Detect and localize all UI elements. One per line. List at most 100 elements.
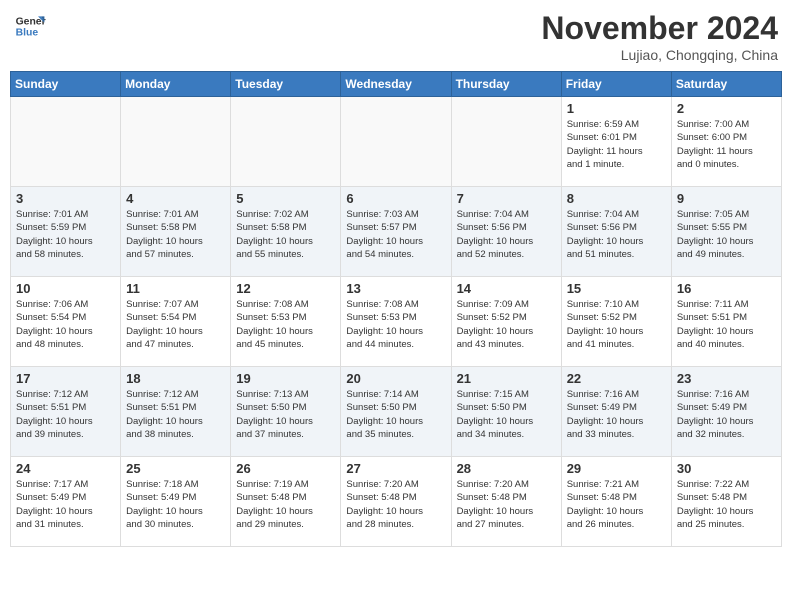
calendar-cell: 15 Sunrise: 7:10 AM Sunset: 5:52 PM Dayli… [561, 277, 671, 367]
calendar-week-5: 24Sunrise: 7:17 AM Sunset: 5:49 PM Dayli… [11, 457, 782, 547]
weekday-header-friday: Friday [561, 72, 671, 97]
day-info: Sunrise: 7:08 AM Sunset: 5:53 PM Dayligh… [346, 298, 445, 351]
day-info: Sunrise: 7:03 AM Sunset: 5:57 PM Dayligh… [346, 208, 445, 261]
day-info: Sunrise: 7:06 AM Sunset: 5:54 PM Dayligh… [16, 298, 115, 351]
calendar-cell: 17 Sunrise: 7:12 AM Sunset: 5:51 PM Dayli… [11, 367, 121, 457]
calendar-body: 1 Sunrise: 6:59 AM Sunset: 6:01 PM Daylig… [11, 97, 782, 547]
day-info: Sunrise: 7:10 AM Sunset: 5:52 PM Dayligh… [567, 298, 666, 351]
calendar-header: SundayMondayTuesdayWednesdayThursdayFrid… [11, 72, 782, 97]
weekday-header-sunday: Sunday [11, 72, 121, 97]
calendar-cell [231, 97, 341, 187]
title-block: November 2024 Lujiao, Chongqing, China [541, 10, 778, 63]
day-info: Sunrise: 7:22 AM Sunset: 5:48 PM Dayligh… [677, 478, 776, 531]
day-number: 2 [677, 101, 776, 116]
calendar-cell: 12Sunrise: 7:08 AM Sunset: 5:53 PM Dayli… [231, 277, 341, 367]
day-number: 1 [567, 101, 666, 116]
calendar-cell: 9 Sunrise: 7:05 AM Sunset: 5:55 PM Daylig… [671, 187, 781, 277]
day-info: Sunrise: 7:12 AM Sunset: 5:51 PM Dayligh… [126, 388, 225, 441]
day-number: 4 [126, 191, 225, 206]
day-number: 29 [567, 461, 666, 476]
day-info: Sunrise: 7:21 AM Sunset: 5:48 PM Dayligh… [567, 478, 666, 531]
calendar-cell: 16 Sunrise: 7:11 AM Sunset: 5:51 PM Dayli… [671, 277, 781, 367]
day-info: Sunrise: 7:14 AM Sunset: 5:50 PM Dayligh… [346, 388, 445, 441]
day-number: 15 [567, 281, 666, 296]
calendar-cell [451, 97, 561, 187]
weekday-header-wednesday: Wednesday [341, 72, 451, 97]
svg-text:Blue: Blue [16, 28, 39, 39]
day-info: Sunrise: 6:59 AM Sunset: 6:01 PM Dayligh… [567, 118, 666, 171]
day-number: 18 [126, 371, 225, 386]
day-number: 10 [16, 281, 115, 296]
day-number: 14 [457, 281, 556, 296]
weekday-header-row: SundayMondayTuesdayWednesdayThursdayFrid… [11, 72, 782, 97]
logo: General Blue [14, 10, 46, 42]
day-number: 13 [346, 281, 445, 296]
calendar-cell: 4Sunrise: 7:01 AM Sunset: 5:58 PM Daylig… [121, 187, 231, 277]
calendar-cell: 26Sunrise: 7:19 AM Sunset: 5:48 PM Dayli… [231, 457, 341, 547]
day-number: 30 [677, 461, 776, 476]
calendar-cell: 7 Sunrise: 7:04 AM Sunset: 5:56 PM Daylig… [451, 187, 561, 277]
calendar-week-3: 10 Sunrise: 7:06 AM Sunset: 5:54 PM Dayli… [11, 277, 782, 367]
calendar-table: SundayMondayTuesdayWednesdayThursdayFrid… [10, 71, 782, 547]
day-info: Sunrise: 7:00 AM Sunset: 6:00 PM Dayligh… [677, 118, 776, 171]
day-info: Sunrise: 7:18 AM Sunset: 5:49 PM Dayligh… [126, 478, 225, 531]
calendar-cell: 29 Sunrise: 7:21 AM Sunset: 5:48 PM Dayli… [561, 457, 671, 547]
day-number: 25 [126, 461, 225, 476]
day-info: Sunrise: 7:16 AM Sunset: 5:49 PM Dayligh… [677, 388, 776, 441]
day-info: Sunrise: 7:12 AM Sunset: 5:51 PM Dayligh… [16, 388, 115, 441]
weekday-header-saturday: Saturday [671, 72, 781, 97]
calendar-cell: 11 Sunrise: 7:07 AM Sunset: 5:54 PM Dayli… [121, 277, 231, 367]
day-info: Sunrise: 7:02 AM Sunset: 5:58 PM Dayligh… [236, 208, 335, 261]
day-info: Sunrise: 7:20 AM Sunset: 5:48 PM Dayligh… [346, 478, 445, 531]
day-info: Sunrise: 7:05 AM Sunset: 5:55 PM Dayligh… [677, 208, 776, 261]
day-number: 7 [457, 191, 556, 206]
calendar-cell: 19 Sunrise: 7:13 AM Sunset: 5:50 PM Dayli… [231, 367, 341, 457]
day-info: Sunrise: 7:17 AM Sunset: 5:49 PM Dayligh… [16, 478, 115, 531]
day-info: Sunrise: 7:13 AM Sunset: 5:50 PM Dayligh… [236, 388, 335, 441]
day-number: 11 [126, 281, 225, 296]
calendar-cell: 30 Sunrise: 7:22 AM Sunset: 5:48 PM Dayli… [671, 457, 781, 547]
day-number: 8 [567, 191, 666, 206]
calendar-week-2: 3 Sunrise: 7:01 AM Sunset: 5:59 PM Daylig… [11, 187, 782, 277]
day-info: Sunrise: 7:04 AM Sunset: 5:56 PM Dayligh… [457, 208, 556, 261]
calendar-cell [341, 97, 451, 187]
day-number: 22 [567, 371, 666, 386]
calendar-week-4: 17 Sunrise: 7:12 AM Sunset: 5:51 PM Dayli… [11, 367, 782, 457]
month-title: November 2024 [541, 10, 778, 47]
day-number: 27 [346, 461, 445, 476]
calendar-cell: 18 Sunrise: 7:12 AM Sunset: 5:51 PM Dayli… [121, 367, 231, 457]
day-info: Sunrise: 7:11 AM Sunset: 5:51 PM Dayligh… [677, 298, 776, 351]
day-number: 28 [457, 461, 556, 476]
calendar-cell [11, 97, 121, 187]
calendar-cell: 28 Sunrise: 7:20 AM Sunset: 5:48 PM Dayli… [451, 457, 561, 547]
day-number: 9 [677, 191, 776, 206]
calendar-cell: 22Sunrise: 7:16 AM Sunset: 5:49 PM Dayli… [561, 367, 671, 457]
day-number: 16 [677, 281, 776, 296]
day-info: Sunrise: 7:09 AM Sunset: 5:52 PM Dayligh… [457, 298, 556, 351]
calendar-cell: 14 Sunrise: 7:09 AM Sunset: 5:52 PM Dayli… [451, 277, 561, 367]
day-info: Sunrise: 7:20 AM Sunset: 5:48 PM Dayligh… [457, 478, 556, 531]
day-number: 23 [677, 371, 776, 386]
day-info: Sunrise: 7:01 AM Sunset: 5:59 PM Dayligh… [16, 208, 115, 261]
calendar-cell: 23 Sunrise: 7:16 AM Sunset: 5:49 PM Dayli… [671, 367, 781, 457]
day-number: 19 [236, 371, 335, 386]
calendar-cell: 24Sunrise: 7:17 AM Sunset: 5:49 PM Dayli… [11, 457, 121, 547]
weekday-header-tuesday: Tuesday [231, 72, 341, 97]
calendar-cell: 1 Sunrise: 6:59 AM Sunset: 6:01 PM Daylig… [561, 97, 671, 187]
calendar-cell: 20Sunrise: 7:14 AM Sunset: 5:50 PM Dayli… [341, 367, 451, 457]
day-number: 6 [346, 191, 445, 206]
page-header: General Blue November 2024 Lujiao, Chong… [10, 10, 782, 63]
day-info: Sunrise: 7:07 AM Sunset: 5:54 PM Dayligh… [126, 298, 225, 351]
day-info: Sunrise: 7:04 AM Sunset: 5:56 PM Dayligh… [567, 208, 666, 261]
calendar-cell: 21Sunrise: 7:15 AM Sunset: 5:50 PM Dayli… [451, 367, 561, 457]
day-info: Sunrise: 7:08 AM Sunset: 5:53 PM Dayligh… [236, 298, 335, 351]
day-number: 17 [16, 371, 115, 386]
calendar-cell: 8 Sunrise: 7:04 AM Sunset: 5:56 PM Daylig… [561, 187, 671, 277]
calendar-cell: 13 Sunrise: 7:08 AM Sunset: 5:53 PM Dayli… [341, 277, 451, 367]
day-number: 5 [236, 191, 335, 206]
calendar-cell [121, 97, 231, 187]
calendar-cell: 27 Sunrise: 7:20 AM Sunset: 5:48 PM Dayli… [341, 457, 451, 547]
day-info: Sunrise: 7:15 AM Sunset: 5:50 PM Dayligh… [457, 388, 556, 441]
day-number: 3 [16, 191, 115, 206]
day-info: Sunrise: 7:19 AM Sunset: 5:48 PM Dayligh… [236, 478, 335, 531]
